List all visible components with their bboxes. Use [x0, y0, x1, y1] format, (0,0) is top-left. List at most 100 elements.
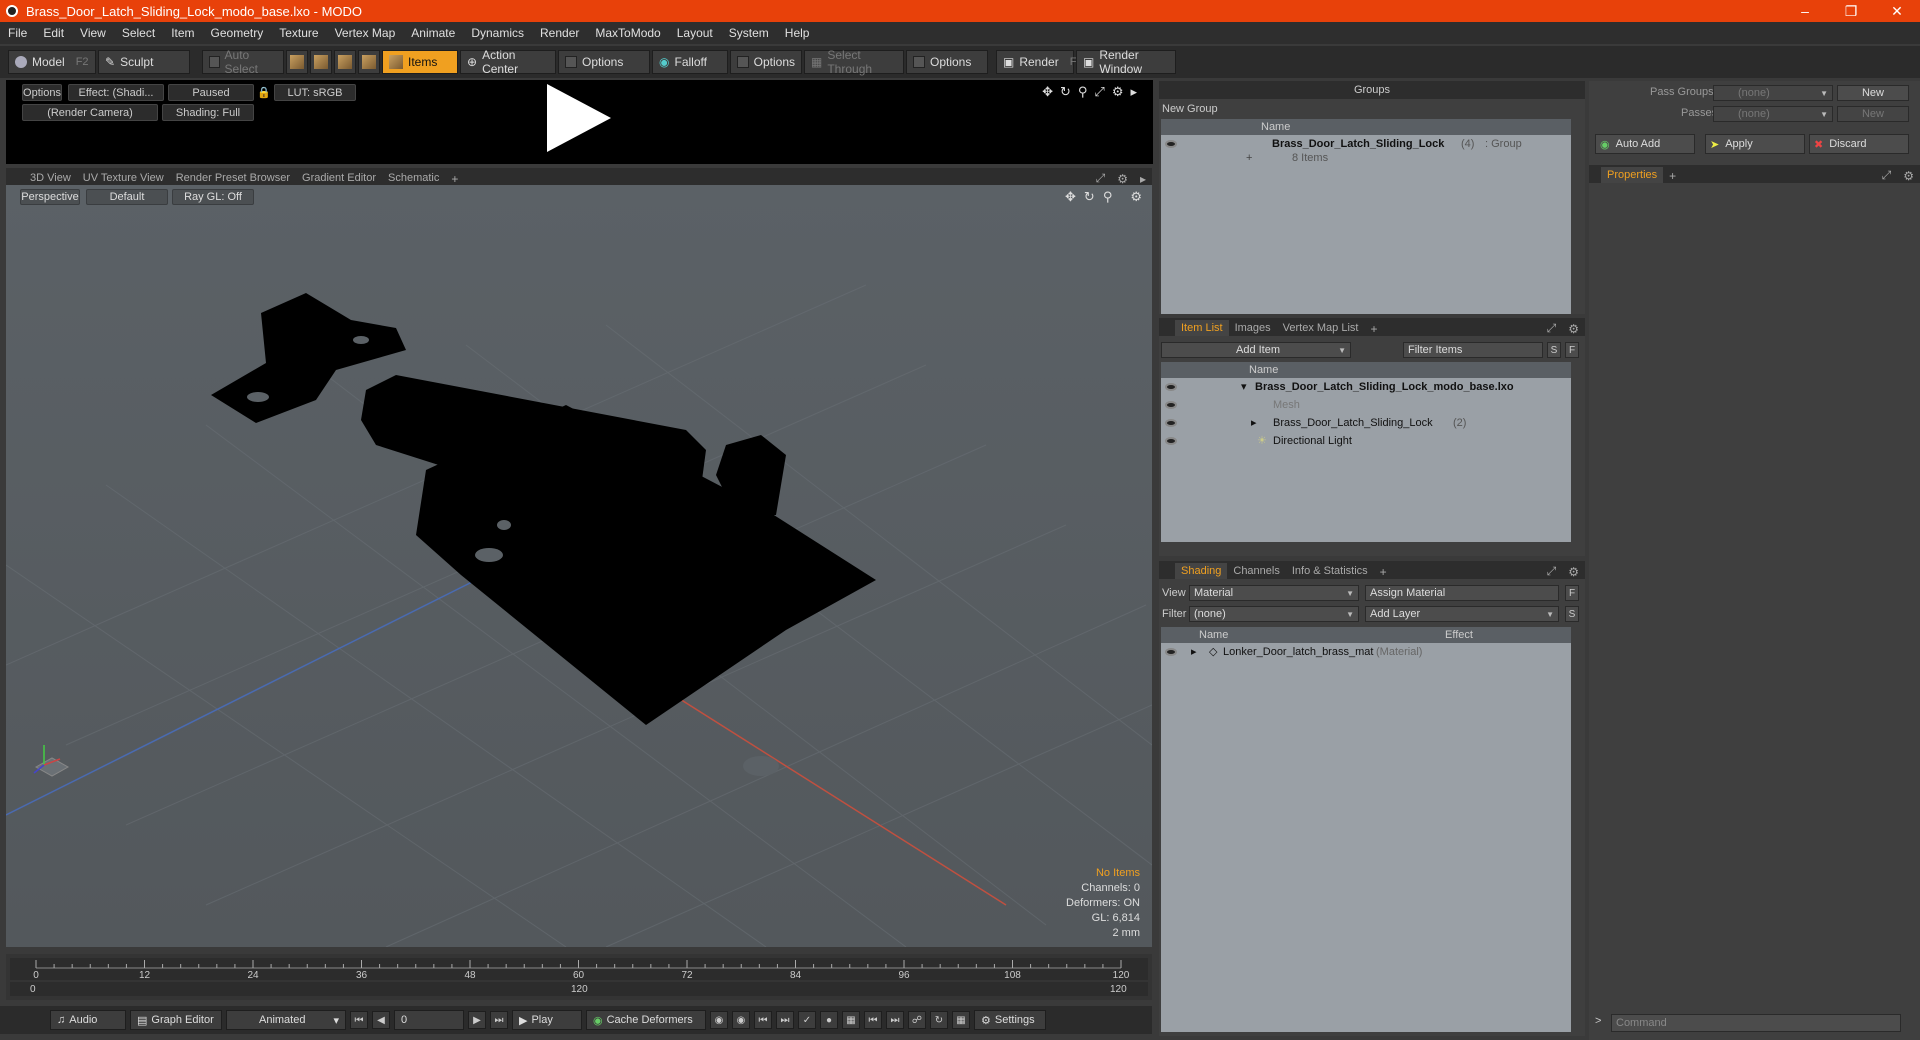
tab-properties[interactable]: Properties: [1601, 167, 1664, 183]
item-tree[interactable]: Name ▾ Brass_Door_Latch_Sliding_Lock_mod…: [1161, 362, 1571, 542]
add-tab-icon[interactable]: +: [1663, 169, 1682, 183]
expand-icon[interactable]: ▸: [1191, 645, 1197, 658]
arrow-right-icon[interactable]: ▸: [1130, 84, 1137, 100]
tab-shading[interactable]: Shading: [1175, 563, 1228, 579]
minimize-icon[interactable]: –: [1782, 0, 1828, 22]
move-icon[interactable]: ✥: [1042, 84, 1053, 100]
shading-dropdown[interactable]: Shading: Full: [162, 104, 254, 121]
item-row-mesh[interactable]: Mesh: [1161, 396, 1571, 413]
menu-render[interactable]: Render: [532, 26, 587, 40]
add-layer-dropdown[interactable]: Add Layer ▼: [1365, 606, 1559, 622]
menu-edit[interactable]: Edit: [35, 26, 72, 40]
action-center-options-button[interactable]: Options: [558, 50, 650, 74]
move-icon[interactable]: ✥: [1065, 189, 1076, 205]
pass-groups-dropdown[interactable]: (none) ▼: [1713, 85, 1833, 101]
gear-icon[interactable]: ⚙: [1562, 565, 1585, 579]
falloff-button[interactable]: ◉ Falloff: [652, 50, 728, 74]
add-item-dropdown[interactable]: Add Item ▼: [1161, 342, 1351, 358]
menu-texture[interactable]: Texture: [271, 26, 326, 40]
menu-maxtomodo[interactable]: MaxToModo: [587, 26, 668, 40]
new-pass-button[interactable]: New: [1837, 106, 1909, 122]
add-tab-icon[interactable]: +: [1374, 565, 1393, 579]
auto-select-button[interactable]: Auto Select: [202, 48, 284, 76]
default-dropdown[interactable]: Default: [86, 189, 168, 205]
model-button[interactable]: Model F2: [8, 50, 96, 74]
link-icon[interactable]: ☍: [908, 1011, 926, 1029]
shading-s-button[interactable]: S: [1565, 606, 1579, 622]
visibility-icon[interactable]: [1165, 383, 1177, 391]
shading-f-button[interactable]: F: [1565, 585, 1579, 601]
preview-effect-dropdown[interactable]: Effect: (Shadi...: [68, 84, 164, 101]
tab-item-list[interactable]: Item List: [1175, 320, 1229, 336]
zoom-icon[interactable]: ⚲: [1078, 84, 1088, 100]
filter-s-button[interactable]: S: [1547, 342, 1561, 358]
menu-animate[interactable]: Animate: [403, 26, 463, 40]
menu-item[interactable]: Item: [163, 26, 202, 40]
material-row[interactable]: ▸ ◇ Lonker_Door_latch_brass_mat (Materia…: [1161, 643, 1571, 660]
select-polygons-button[interactable]: [334, 50, 356, 74]
prev-key-frame-icon[interactable]: ⏮: [864, 1011, 882, 1029]
maximize-icon[interactable]: ⤢: [1876, 168, 1898, 183]
camera-dropdown[interactable]: (Render Camera): [22, 104, 158, 121]
auto-key-icon[interactable]: ✓: [798, 1011, 816, 1029]
go-to-start-icon[interactable]: ⏮: [350, 1011, 368, 1029]
menu-select[interactable]: Select: [114, 26, 163, 40]
render-window-button[interactable]: ▣ Render Window: [1076, 48, 1176, 76]
lut-dropdown[interactable]: LUT: sRGB: [274, 84, 356, 101]
add-tab-icon[interactable]: +: [1364, 322, 1383, 336]
shader-tree[interactable]: Name Effect ▸ ◇ Lonker_Door_latch_brass_…: [1161, 627, 1571, 1032]
close-icon[interactable]: ✕: [1874, 0, 1920, 22]
go-to-end-icon[interactable]: ⏭: [490, 1011, 508, 1029]
item-row-group[interactable]: ▸ Brass_Door_Latch_Sliding_Lock (2): [1161, 414, 1571, 431]
apply-button[interactable]: ➤ Apply: [1705, 134, 1805, 154]
prev-frame-icon[interactable]: ⏮: [754, 1011, 772, 1029]
passes-dropdown[interactable]: (none) ▼: [1713, 106, 1833, 122]
filter-f-button[interactable]: F: [1565, 342, 1579, 358]
maximize-icon[interactable]: ⤢: [1541, 564, 1563, 579]
visibility-icon[interactable]: [1165, 401, 1177, 409]
expand-icon[interactable]: +: [1246, 152, 1252, 164]
filter-items-input[interactable]: Filter Items: [1403, 342, 1543, 358]
tab-vertex-map-list[interactable]: Vertex Map List: [1277, 320, 1365, 336]
discard-button[interactable]: ✖ Discard: [1809, 134, 1909, 154]
groups-list[interactable]: Name Brass_Door_Latch_Sliding_Lock (4) :…: [1161, 119, 1571, 314]
menu-layout[interactable]: Layout: [669, 26, 721, 40]
select-through-button[interactable]: ▦ Select Through: [804, 48, 904, 76]
select-through-options-button[interactable]: Options: [906, 50, 988, 74]
tab-channels[interactable]: Channels: [1227, 563, 1285, 579]
refresh-icon[interactable]: ↻: [1084, 189, 1095, 205]
visibility-icon[interactable]: [1165, 419, 1177, 427]
tab-gradient-editor[interactable]: Gradient Editor: [296, 170, 382, 186]
gear-icon[interactable]: ⚙: [1111, 172, 1134, 186]
settings-button[interactable]: ⚙ Settings: [974, 1010, 1046, 1030]
auto-add-button[interactable]: ◉ Auto Add: [1595, 134, 1695, 154]
maximize-icon[interactable]: ⤢: [1094, 84, 1104, 100]
visibility-icon[interactable]: [1165, 140, 1177, 148]
gear-icon[interactable]: ⚙: [1130, 189, 1142, 205]
filter-dropdown[interactable]: (none) ▼: [1189, 606, 1359, 622]
new-group-button[interactable]: New Group: [1162, 103, 1218, 115]
menu-help[interactable]: Help: [777, 26, 818, 40]
menu-system[interactable]: System: [721, 26, 777, 40]
collapse-icon[interactable]: ▾: [1241, 380, 1247, 393]
next-frame-icon[interactable]: ⏭: [776, 1011, 794, 1029]
sync-icon[interactable]: ↻: [930, 1011, 948, 1029]
key-selected-icon[interactable]: ▦: [842, 1011, 860, 1029]
menu-geometry[interactable]: Geometry: [203, 26, 272, 40]
render-button[interactable]: ▣ Render F9: [996, 50, 1083, 74]
key-all-icon[interactable]: ◉: [732, 1011, 750, 1029]
command-input[interactable]: Command: [1611, 1014, 1901, 1032]
next-key-icon[interactable]: ▶: [468, 1011, 486, 1029]
preview-options-button[interactable]: Options: [22, 84, 62, 101]
cache-deformers-button[interactable]: ◉ Cache Deformers: [586, 1010, 706, 1030]
key-icon[interactable]: ◉: [710, 1011, 728, 1029]
previous-key-icon[interactable]: ◀: [372, 1011, 390, 1029]
tab-schematic[interactable]: Schematic: [382, 170, 445, 186]
record-icon[interactable]: ●: [820, 1011, 838, 1029]
refresh-icon[interactable]: ↻: [1060, 84, 1071, 100]
sculpt-button[interactable]: ✎ Sculpt: [98, 50, 190, 74]
menu-dynamics[interactable]: Dynamics: [463, 26, 532, 40]
perspective-dropdown[interactable]: Perspective: [20, 189, 80, 205]
raygl-dropdown[interactable]: Ray GL: Off: [172, 189, 254, 205]
item-row-scene[interactable]: ▾ Brass_Door_Latch_Sliding_Lock_modo_bas…: [1161, 378, 1571, 395]
